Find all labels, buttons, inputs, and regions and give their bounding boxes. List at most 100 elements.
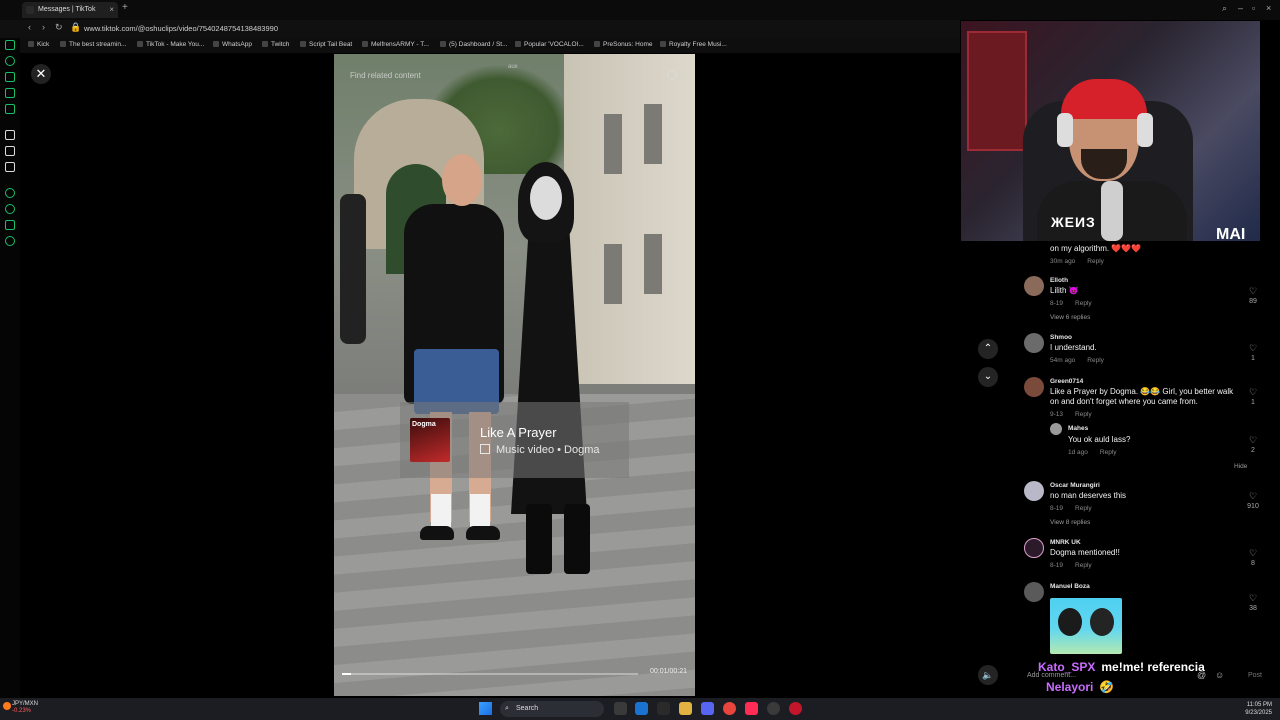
opera-icon[interactable] bbox=[789, 702, 802, 715]
reply-link[interactable]: Reply bbox=[1100, 449, 1117, 456]
taskbar-search[interactable]: ⌕ Search bbox=[500, 701, 604, 717]
reload-icon[interactable]: ↻ bbox=[55, 22, 63, 33]
comment-user[interactable]: Mahes bbox=[1068, 425, 1088, 432]
discord-icon[interactable] bbox=[701, 702, 714, 715]
sidebar-app-icon[interactable] bbox=[5, 72, 15, 82]
hide-replies-link[interactable]: Hide bbox=[1234, 463, 1247, 470]
reply-link[interactable]: Reply bbox=[1087, 357, 1104, 364]
close-tab-icon[interactable]: × bbox=[109, 2, 114, 18]
heart-icon[interactable]: ♡ bbox=[1248, 548, 1258, 559]
post-button[interactable]: Post bbox=[1248, 672, 1262, 679]
heart-icon[interactable]: ♡ bbox=[1248, 593, 1258, 604]
new-tab-icon[interactable]: + bbox=[122, 2, 128, 13]
video-player[interactable]: Find related content aux Dogma Like A Pr… bbox=[334, 54, 695, 696]
volume-icon[interactable]: 🔈 bbox=[978, 665, 998, 685]
avatar[interactable] bbox=[1024, 481, 1044, 501]
reply-link[interactable]: Reply bbox=[1075, 562, 1092, 569]
back-icon[interactable]: ‹ bbox=[28, 22, 31, 32]
sidebar-app-icon[interactable] bbox=[5, 104, 15, 114]
settings-icon[interactable] bbox=[767, 702, 780, 715]
app-icon[interactable] bbox=[657, 702, 670, 715]
close-viewer-button[interactable]: ✕ bbox=[31, 64, 51, 84]
emoji-icon[interactable]: ☺ bbox=[1215, 670, 1224, 680]
bookmark-item[interactable]: Popular 'VOCALOI... bbox=[515, 41, 584, 48]
kick-icon[interactable] bbox=[5, 130, 15, 140]
webcam-microphone bbox=[1101, 181, 1123, 241]
find-related-link[interactable]: Find related content bbox=[350, 71, 421, 80]
bookmark-item[interactable]: Kick bbox=[28, 41, 49, 48]
minimize-icon[interactable]: – bbox=[1238, 3, 1243, 13]
comment-user[interactable]: MNRK UK bbox=[1050, 539, 1081, 546]
heart-icon[interactable]: ♡ bbox=[1248, 435, 1258, 446]
heart-icon[interactable]: ♡ bbox=[1248, 286, 1258, 297]
comment-user[interactable]: Shmoo bbox=[1050, 334, 1072, 341]
avatar[interactable] bbox=[1024, 582, 1044, 602]
video-progress-bar[interactable] bbox=[342, 673, 638, 675]
avatar[interactable] bbox=[1024, 538, 1044, 558]
chat-message: 🤣 bbox=[1099, 680, 1115, 694]
heart-icon[interactable]: ♡ bbox=[1248, 387, 1258, 398]
heart-icon[interactable]: ♡ bbox=[1248, 343, 1258, 354]
x-icon[interactable] bbox=[5, 162, 15, 172]
chat-username: Nelayori bbox=[1046, 680, 1094, 694]
file-explorer-icon[interactable] bbox=[679, 702, 692, 715]
like-count: 8 bbox=[1251, 560, 1255, 567]
outlook-icon[interactable] bbox=[635, 702, 648, 715]
previous-video-button[interactable]: ⌃ bbox=[978, 339, 998, 359]
maximize-icon[interactable]: ▫ bbox=[1252, 3, 1255, 13]
chrome-icon[interactable] bbox=[723, 702, 736, 715]
bookmark-item[interactable]: Twitch bbox=[262, 41, 289, 48]
sidebar-app-icon[interactable] bbox=[5, 88, 15, 98]
avatar[interactable] bbox=[1024, 333, 1044, 353]
bookmark-item[interactable]: TikTok - Make You... bbox=[137, 41, 204, 48]
music-card[interactable]: Dogma Like A Prayer Music video • Dogma bbox=[400, 402, 629, 478]
comment-user[interactable]: Manuel Boza bbox=[1050, 583, 1090, 590]
bookmark-item[interactable]: Script Tail Beat bbox=[300, 41, 352, 48]
comment-user[interactable]: Elloth bbox=[1050, 277, 1068, 284]
avatar[interactable] bbox=[1024, 276, 1044, 296]
like-count: 38 bbox=[1249, 605, 1257, 612]
music-app-icon[interactable] bbox=[745, 702, 758, 715]
taskbar-clock[interactable]: 11:05 PM 9/23/2025 bbox=[1240, 701, 1272, 717]
windows-start-icon[interactable] bbox=[479, 702, 492, 715]
bookmark-item[interactable]: MelfrensARMY - T... bbox=[362, 41, 429, 48]
sidebar-app-icon[interactable] bbox=[5, 220, 15, 230]
view-replies-link[interactable]: View 8 replies bbox=[1050, 519, 1090, 526]
comment-text: Lilith 😈 bbox=[1050, 286, 1079, 295]
url-text[interactable]: www.tiktok.com/@oshuclips/video/75402487… bbox=[84, 24, 278, 33]
comment-user[interactable]: Green0714 bbox=[1050, 378, 1083, 385]
reply-link[interactable]: Reply bbox=[1087, 258, 1104, 265]
reply-link[interactable]: Reply bbox=[1075, 300, 1092, 307]
bookmark-item[interactable]: The best streamin... bbox=[60, 41, 126, 48]
close-window-icon[interactable]: × bbox=[1266, 3, 1271, 13]
next-video-button[interactable]: ⌄ bbox=[978, 367, 998, 387]
reply-link[interactable]: Reply bbox=[1075, 411, 1092, 418]
search-icon[interactable]: ⌕ bbox=[1222, 3, 1227, 14]
chat-username: Kato_SPX bbox=[1038, 660, 1096, 674]
reply-link[interactable]: Reply bbox=[1075, 505, 1092, 512]
bookmark-item[interactable]: WhatsApp bbox=[213, 41, 252, 48]
forward-icon[interactable]: › bbox=[42, 22, 45, 32]
tiktok-icon[interactable] bbox=[5, 146, 15, 156]
bookmark-item[interactable]: Royalty Free Musi... bbox=[660, 41, 727, 48]
comment-user[interactable]: Oscar Murangiri bbox=[1050, 482, 1100, 489]
comment-meta: 9-13 Reply bbox=[1050, 411, 1092, 418]
avatar[interactable] bbox=[1024, 377, 1044, 397]
heart-icon[interactable]: ♡ bbox=[1248, 491, 1258, 502]
history-icon[interactable] bbox=[5, 204, 15, 214]
task-view-icon[interactable] bbox=[614, 702, 627, 715]
comment-sticker-image[interactable] bbox=[1050, 598, 1122, 654]
sidebar-app-icon[interactable] bbox=[5, 56, 15, 66]
settings-icon[interactable] bbox=[5, 236, 15, 246]
bookmark-item[interactable]: PreSonus: Home bbox=[594, 41, 653, 48]
search-icon[interactable] bbox=[667, 70, 677, 80]
tab-tiktok[interactable]: Messages | TikTok × bbox=[22, 2, 118, 18]
webcam-cap bbox=[1061, 79, 1147, 119]
sidebar-app-icon[interactable] bbox=[5, 40, 15, 50]
view-replies-link[interactable]: View 6 replies bbox=[1050, 314, 1090, 321]
sidebar-app-icon[interactable] bbox=[5, 188, 15, 198]
ticker-widget[interactable]: JPY/MXN -0.23% bbox=[12, 701, 38, 715]
bookmark-item[interactable]: (5) Dashboard / St... bbox=[440, 41, 508, 48]
avatar[interactable] bbox=[1050, 423, 1062, 435]
comment-meta: 30m ago Reply bbox=[1050, 258, 1104, 265]
